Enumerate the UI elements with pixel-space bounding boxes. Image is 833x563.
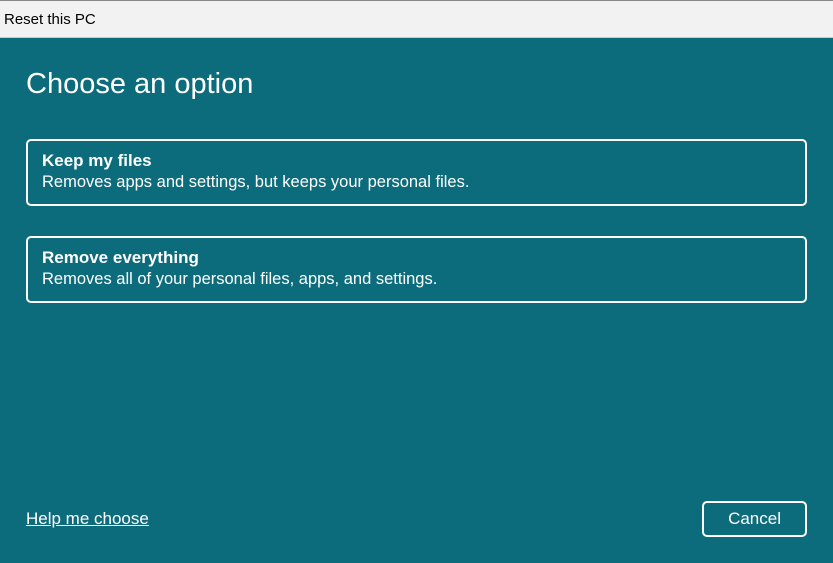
- page-title: Choose an option: [26, 68, 807, 101]
- content-area: Choose an option Keep my files Removes a…: [0, 38, 833, 563]
- footer: Help me choose Cancel: [26, 501, 807, 543]
- help-me-choose-link[interactable]: Help me choose: [26, 509, 149, 529]
- window-titlebar: Reset this PC: [0, 0, 833, 38]
- cancel-button[interactable]: Cancel: [702, 501, 807, 537]
- option-remove-everything[interactable]: Remove everything Removes all of your pe…: [26, 236, 807, 303]
- option-keep-my-files[interactable]: Keep my files Removes apps and settings,…: [26, 139, 807, 206]
- option-description: Removes apps and settings, but keeps you…: [42, 173, 791, 192]
- option-title: Remove everything: [42, 248, 791, 268]
- window-title: Reset this PC: [4, 11, 96, 28]
- options-container: Keep my files Removes apps and settings,…: [26, 139, 807, 303]
- option-description: Removes all of your personal files, apps…: [42, 270, 791, 289]
- option-title: Keep my files: [42, 151, 791, 171]
